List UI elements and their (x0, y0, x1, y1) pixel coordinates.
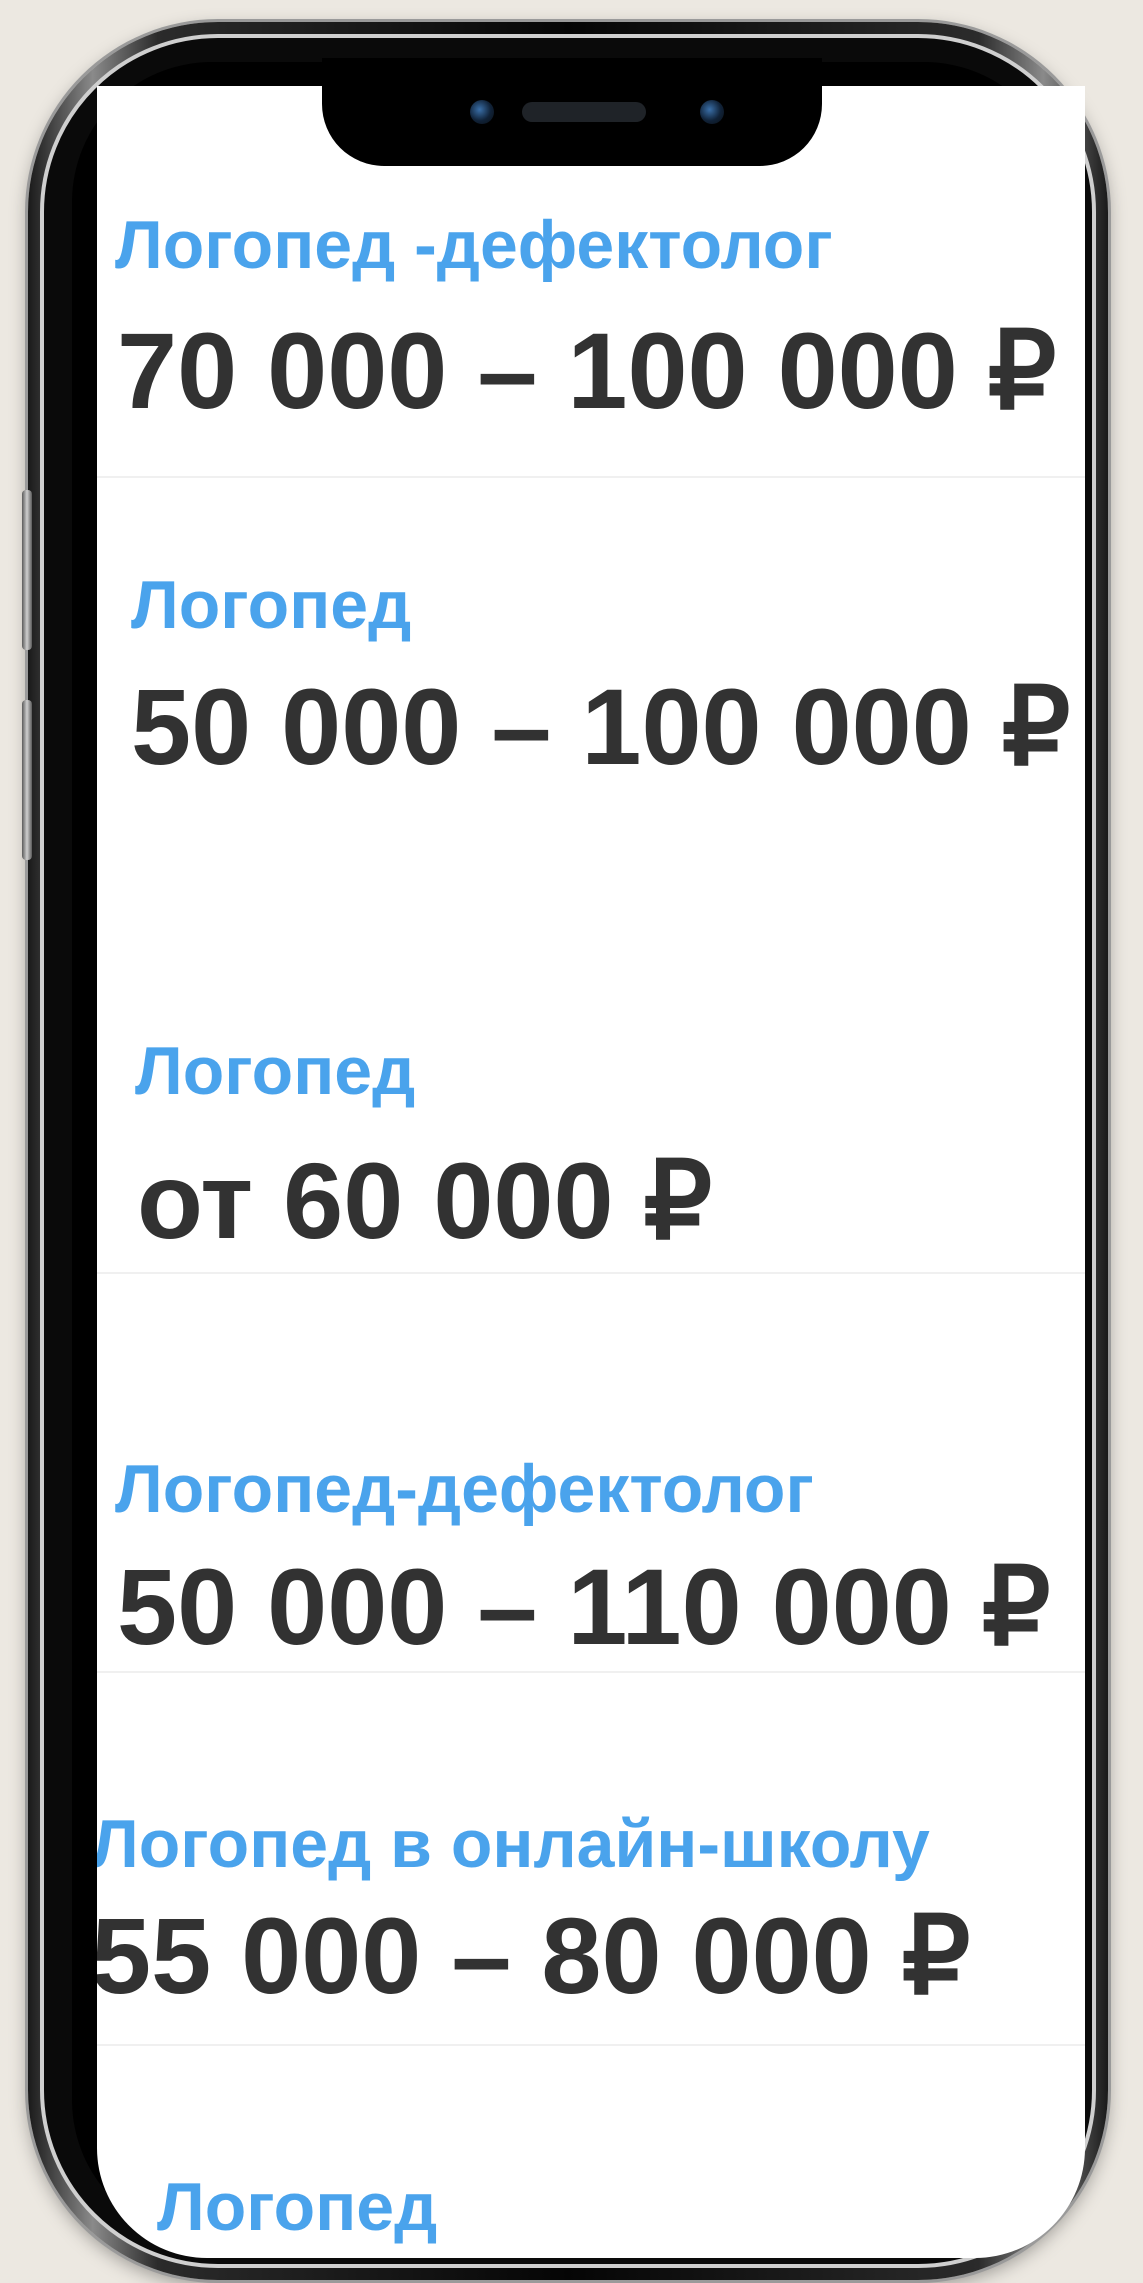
job-listing[interactable]: Логопед (97, 2046, 1085, 2258)
volume-button (22, 700, 32, 860)
phone-notch (322, 58, 822, 166)
camera-icon (470, 100, 494, 124)
silent-switch (22, 490, 32, 650)
job-salary: 50 000 – 110 000 ₽ (117, 1546, 1051, 1667)
job-listing[interactable]: Логопед в онлайн-школу 55 000 – 80 000 ₽ (97, 1673, 1085, 2043)
stage: Логопед -дефектолог 70 000 – 100 000 ₽ Л… (0, 0, 1143, 2283)
job-salary: от 60 000 ₽ (137, 1140, 713, 1261)
job-title[interactable]: Логопед-дефектолог (115, 1450, 814, 1528)
job-title[interactable]: Логопед (135, 1032, 415, 1110)
job-listing[interactable]: Логопед-дефектолог 50 000 – 110 000 ₽ (97, 1274, 1085, 1674)
sensor-icon (700, 100, 724, 124)
speaker-grille (522, 102, 646, 122)
job-listing[interactable]: Логопед 50 000 – 100 000 ₽ (97, 478, 1085, 878)
job-title[interactable]: Логопед (131, 566, 411, 644)
job-salary: 55 000 – 80 000 ₽ (97, 1895, 971, 2016)
job-title[interactable]: Логопед (157, 2168, 437, 2246)
job-salary: 70 000 – 100 000 ₽ (117, 310, 1057, 431)
job-title[interactable]: Логопед -дефектолог (115, 206, 833, 284)
job-title[interactable]: Логопед в онлайн-школу (97, 1805, 930, 1883)
job-salary: 50 000 – 100 000 ₽ (131, 666, 1071, 787)
phone-screen: Логопед -дефектолог 70 000 – 100 000 ₽ Л… (97, 86, 1085, 2258)
